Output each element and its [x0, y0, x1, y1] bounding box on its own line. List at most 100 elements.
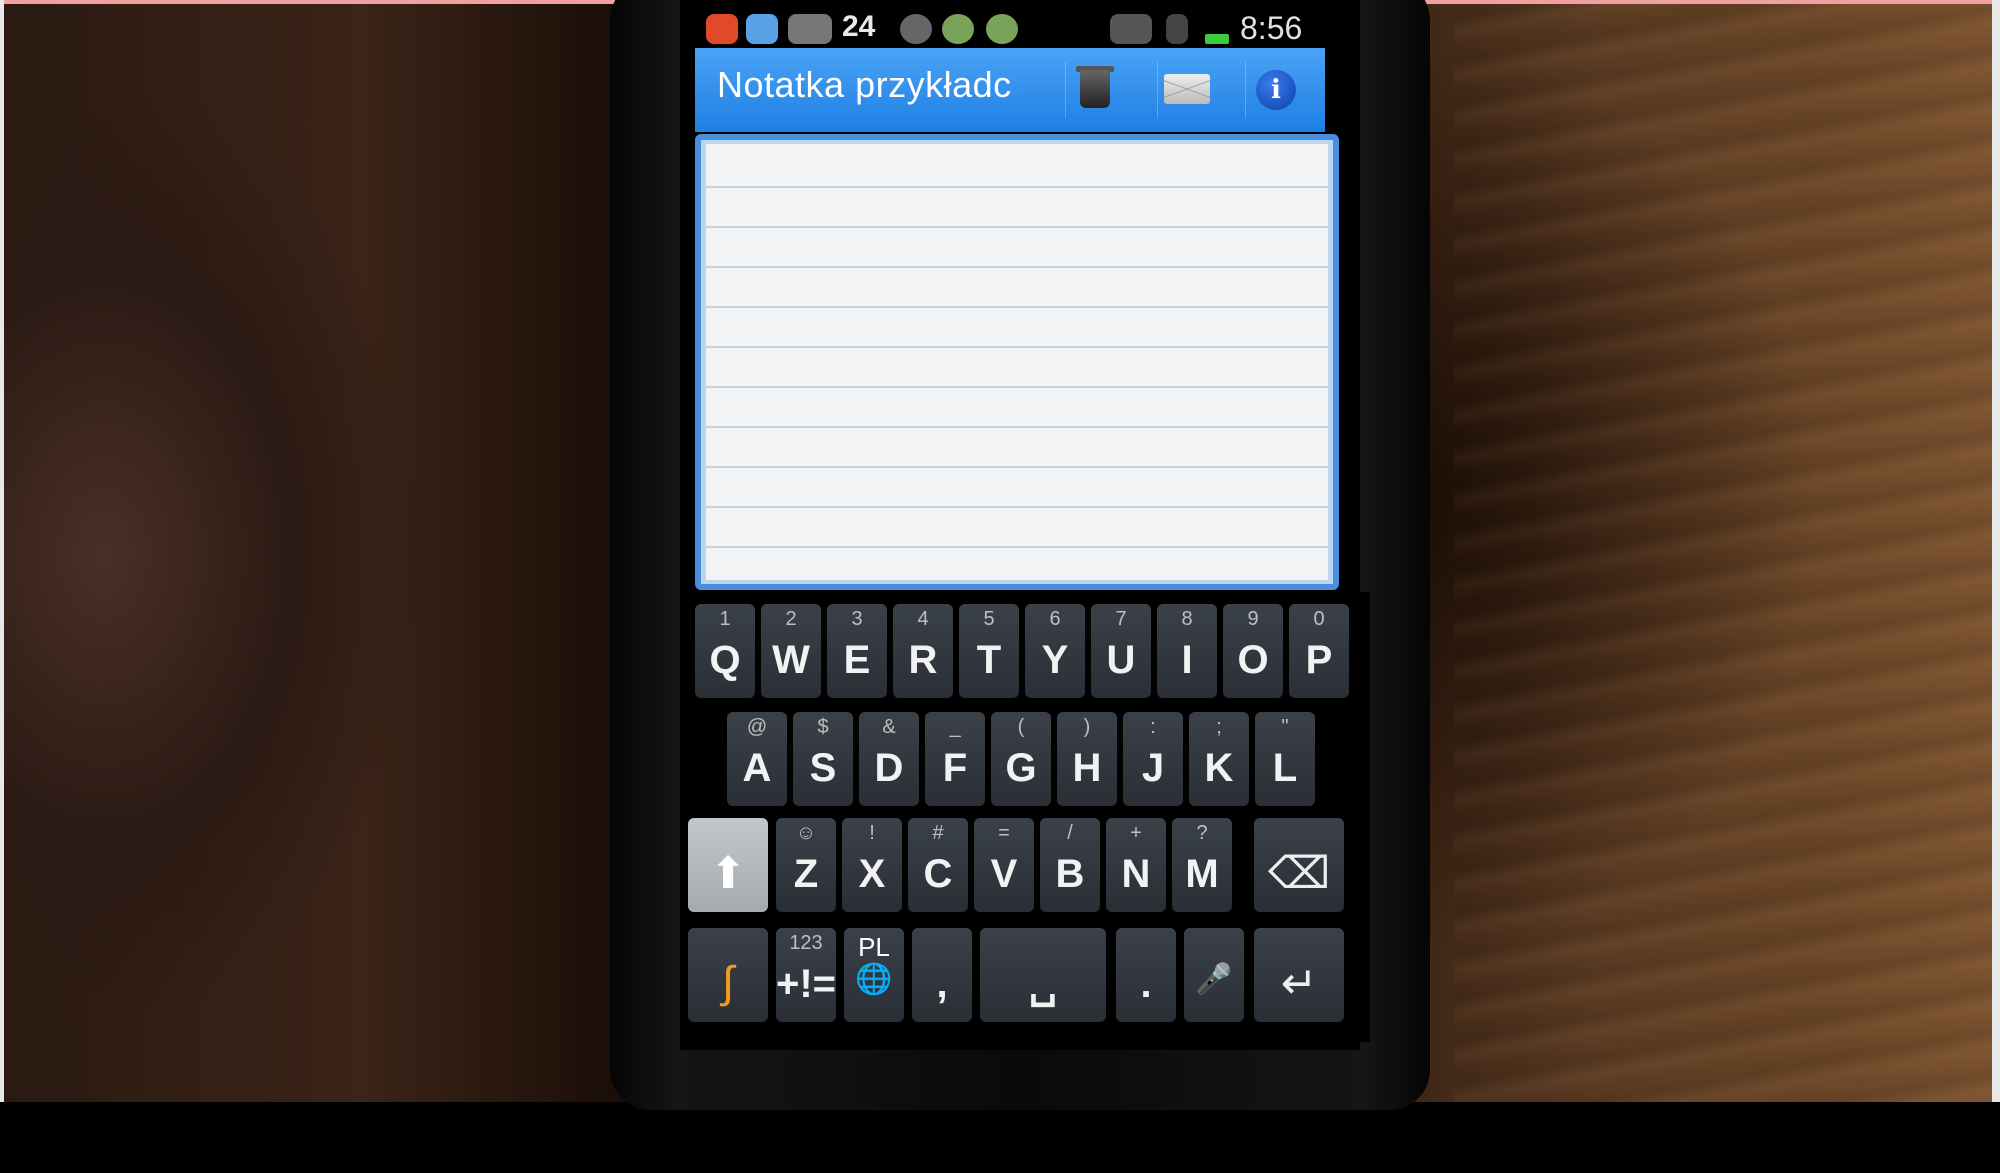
- key-b[interactable]: / B: [1040, 818, 1100, 912]
- key-p[interactable]: 0P: [1289, 604, 1349, 698]
- key-x[interactable]: ! X: [842, 818, 902, 912]
- backspace-icon: ⌫: [1267, 849, 1331, 898]
- key-alt-label: ": [1281, 716, 1289, 738]
- shift-key[interactable]: ⬆: [688, 818, 768, 912]
- key-q[interactable]: 1Q: [695, 604, 755, 698]
- video-right-border: [1992, 0, 2000, 1102]
- key-f[interactable]: _ F: [925, 712, 985, 806]
- key-label: Y: [1041, 638, 1069, 682]
- key-label: N: [1121, 852, 1151, 896]
- key-u[interactable]: 7U: [1091, 604, 1151, 698]
- key-alt-label: 123: [789, 932, 823, 954]
- app-header: Notatka przykładc i: [695, 48, 1325, 132]
- enter-icon: ↵: [1280, 959, 1318, 1008]
- mail-flap: [1164, 74, 1210, 104]
- letterbox-bar: [0, 1102, 2000, 1173]
- send-button[interactable]: [1157, 62, 1213, 118]
- language-key[interactable]: PL 🌐: [844, 928, 904, 1022]
- key-alt-label: 4: [917, 608, 929, 630]
- key-label: O: [1237, 638, 1269, 682]
- key-alt-label: &: [882, 716, 896, 738]
- key-r[interactable]: 4R: [893, 604, 953, 698]
- key-d[interactable]: & D: [859, 712, 919, 806]
- period-key[interactable]: .: [1116, 928, 1176, 1022]
- key-label: H: [1072, 746, 1102, 790]
- key-n[interactable]: + N: [1106, 818, 1166, 912]
- clock: 8:56: [1240, 10, 1303, 46]
- key-alt-label: ?: [1196, 822, 1208, 844]
- key-alt-label: _: [949, 716, 961, 738]
- key-label: T: [976, 638, 1002, 682]
- note-text-area[interactable]: [706, 144, 1328, 580]
- info-icon: i: [1256, 70, 1296, 110]
- key-l[interactable]: " L: [1255, 712, 1315, 806]
- key-label: W: [772, 638, 810, 682]
- key-alt-label: 3: [851, 608, 863, 630]
- trash-icon: [1080, 70, 1110, 108]
- recycle-icon: [900, 14, 932, 44]
- key-j[interactable]: :J: [1123, 712, 1183, 806]
- notification-count: 24: [842, 10, 876, 43]
- key-alt-label: ): [1083, 716, 1091, 738]
- comma-key[interactable]: ,: [912, 928, 972, 1022]
- swype-key[interactable]: ∫: [688, 928, 768, 1022]
- key-c[interactable]: # C: [908, 818, 968, 912]
- key-i[interactable]: 8I: [1157, 604, 1217, 698]
- key-label: R: [908, 638, 938, 682]
- key-o[interactable]: 9O: [1223, 604, 1283, 698]
- key-label: 🎤: [1195, 963, 1233, 996]
- keyboard-icon: [788, 14, 832, 44]
- key-alt-label: @: [746, 716, 768, 738]
- key-label: .: [1140, 962, 1152, 1006]
- key-alt-label: 1: [719, 608, 731, 630]
- key-alt-label: 9: [1247, 608, 1259, 630]
- key-e[interactable]: 3E: [827, 604, 887, 698]
- delete-button[interactable]: [1065, 62, 1121, 118]
- key-alt-label: PL: [858, 932, 890, 962]
- info-button[interactable]: i: [1245, 62, 1301, 118]
- note-title[interactable]: Notatka przykładc: [717, 64, 1012, 106]
- backspace-key[interactable]: ⌫: [1254, 818, 1344, 912]
- key-alt-label: /: [1067, 822, 1073, 844]
- key-label: V: [990, 852, 1018, 896]
- key-g[interactable]: (G: [991, 712, 1051, 806]
- key-alt-label: 8: [1181, 608, 1193, 630]
- shield-icon: [986, 14, 1018, 44]
- key-y[interactable]: 6Y: [1025, 604, 1085, 698]
- key-label: J: [1141, 746, 1165, 790]
- signal-icon: [1166, 14, 1188, 44]
- key-m[interactable]: ? M: [1172, 818, 1232, 912]
- key-label: F: [942, 746, 968, 790]
- key-z[interactable]: ☺ Z: [776, 818, 836, 912]
- key-label: I: [1181, 638, 1193, 682]
- key-label: D: [874, 746, 904, 790]
- key-label: +!=: [776, 962, 837, 1006]
- key-alt-label: #: [932, 822, 944, 844]
- mail-icon: [746, 14, 778, 44]
- key-s[interactable]: $ S: [793, 712, 853, 806]
- key-t[interactable]: 5T: [959, 604, 1019, 698]
- key-label: Q: [709, 638, 741, 682]
- symbols-key[interactable]: 123 +!=: [776, 928, 836, 1022]
- key-alt-label: !: [869, 822, 875, 844]
- shift-icon: ⬆: [709, 849, 747, 898]
- key-w[interactable]: 2W: [761, 604, 821, 698]
- key-label: P: [1305, 638, 1333, 682]
- key-label: ,: [936, 962, 948, 1006]
- key-label: B: [1055, 852, 1085, 896]
- wood-table: [1454, 4, 1996, 1102]
- key-label: A: [742, 746, 772, 790]
- key-label: 🌐: [855, 963, 893, 996]
- key-a[interactable]: @ A: [727, 712, 787, 806]
- mic-key[interactable]: 🎤: [1184, 928, 1244, 1022]
- key-alt-label: (: [1017, 716, 1025, 738]
- key-alt-label: $: [817, 716, 829, 738]
- key-k[interactable]: ; K: [1189, 712, 1249, 806]
- space-key[interactable]: ␣: [980, 928, 1106, 1022]
- key-label: G: [1005, 746, 1037, 790]
- vibrate-icon: [1110, 14, 1152, 44]
- key-v[interactable]: = V: [974, 818, 1034, 912]
- key-alt-label: ;: [1216, 716, 1222, 738]
- key-h[interactable]: ) H: [1057, 712, 1117, 806]
- enter-key[interactable]: ↵: [1254, 928, 1344, 1022]
